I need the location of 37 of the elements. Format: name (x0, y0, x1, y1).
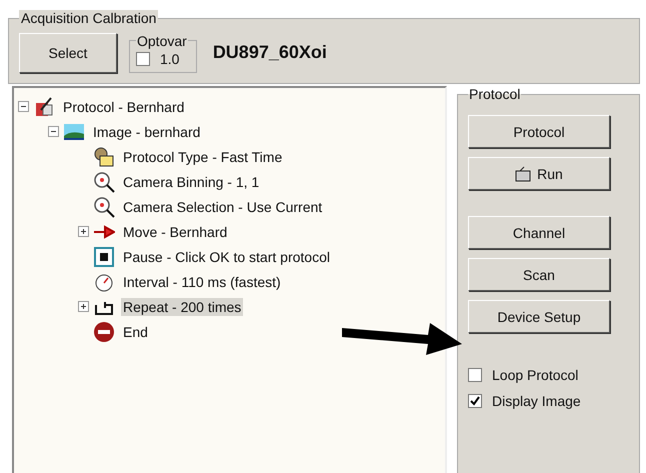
select-button[interactable]: Select (19, 32, 117, 72)
collapse-toggle[interactable] (18, 101, 29, 112)
option-checkbox[interactable] (468, 394, 482, 408)
stop-sign-icon (93, 320, 115, 342)
tree-item[interactable]: End (121, 322, 150, 340)
tree-item[interactable]: Move - Bernhard (121, 222, 230, 240)
group-title: Optovar (136, 32, 188, 48)
tree-item[interactable]: Image - bernhard (91, 122, 202, 140)
folders-icon (93, 146, 115, 168)
option-label: Display Image (492, 393, 581, 409)
tree-item[interactable]: Camera Binning - 1, 1 (121, 172, 262, 190)
option-label: Loop Protocol (492, 367, 578, 383)
tree-item[interactable]: Camera Selection - Use Current (121, 198, 324, 216)
panel-button[interactable]: Channel (468, 216, 610, 249)
expand-toggle[interactable] (78, 301, 89, 312)
panel-button[interactable]: Protocol (468, 115, 610, 148)
collapse-toggle[interactable] (48, 126, 59, 137)
tree-item[interactable]: Protocol - Bernhard (61, 98, 186, 116)
tree-item[interactable]: Pause - Click OK to start protocol (121, 248, 332, 266)
clipboard-pen-icon (33, 96, 55, 118)
magnifier-icon (93, 170, 115, 192)
group-title: Protocol (468, 86, 522, 102)
tree-item[interactable]: Interval - 110 ms (fastest) (121, 272, 283, 290)
tree-item[interactable]: Repeat - 200 times (121, 298, 244, 316)
optovar-value: 1.0 (160, 51, 180, 67)
magnifier-icon (93, 196, 115, 218)
panel-button[interactable]: Run (468, 157, 610, 190)
camera-icon (515, 166, 534, 182)
expand-toggle[interactable] (78, 226, 89, 237)
optovar-checkbox[interactable] (136, 52, 150, 66)
objective-label: DU897_60Xoi (212, 42, 327, 63)
pause-icon (93, 246, 115, 268)
tree-item[interactable]: Protocol Type - Fast Time (121, 148, 284, 166)
panel-button[interactable]: Scan (468, 258, 610, 291)
group-title: Acquisition Calbration (19, 10, 158, 26)
panel-button[interactable]: Device Setup (468, 300, 610, 333)
option-checkbox[interactable] (468, 368, 482, 382)
